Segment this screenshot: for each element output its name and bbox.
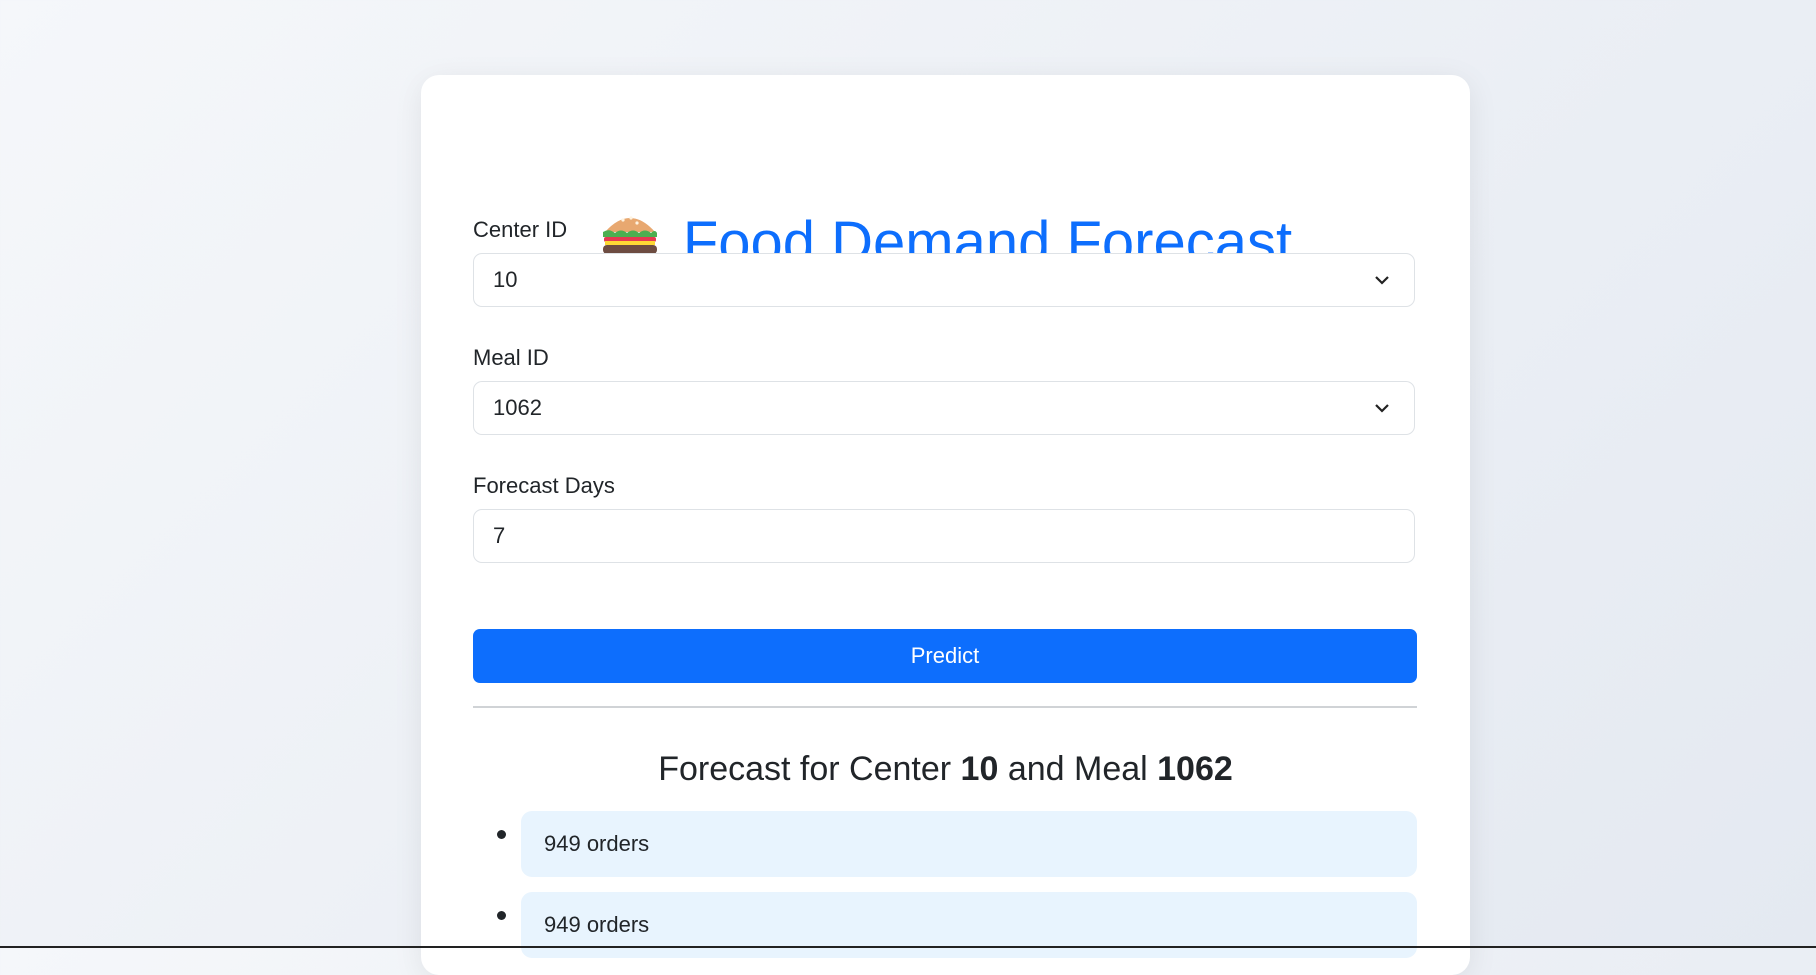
heading-text: Forecast for Center — [658, 750, 961, 788]
list-item: 949 orders — [521, 892, 1417, 958]
bullet-icon — [497, 830, 506, 839]
forecast-days-input[interactable]: 7 — [473, 509, 1415, 563]
forecast-days-label: Forecast Days — [473, 473, 615, 498]
center-id-label: Center ID — [473, 217, 568, 242]
forecast-card: Food Demand Forecast Center ID 10 Meal I… — [421, 75, 1470, 975]
bullet-icon — [497, 911, 506, 920]
center-id-select[interactable]: 10 — [473, 253, 1415, 307]
heading-text: and Meal — [998, 750, 1158, 788]
forecast-days-value: 7 — [493, 523, 506, 548]
predict-button[interactable]: Predict — [473, 629, 1417, 683]
chevron-down-icon — [1375, 276, 1389, 285]
divider — [473, 706, 1417, 708]
forecast-heading: Forecast for Center 10 and Meal 1062 — [421, 745, 1470, 793]
meal-id-value: 1062 — [493, 395, 542, 420]
chevron-down-icon — [1375, 404, 1389, 413]
heading-center: 10 — [960, 750, 999, 788]
heading-meal: 1062 — [1157, 750, 1233, 788]
meal-id-select[interactable]: 1062 — [473, 381, 1415, 435]
list-item: 949 orders — [521, 811, 1417, 877]
meal-id-label: Meal ID — [473, 345, 549, 370]
center-id-value: 10 — [493, 267, 518, 292]
